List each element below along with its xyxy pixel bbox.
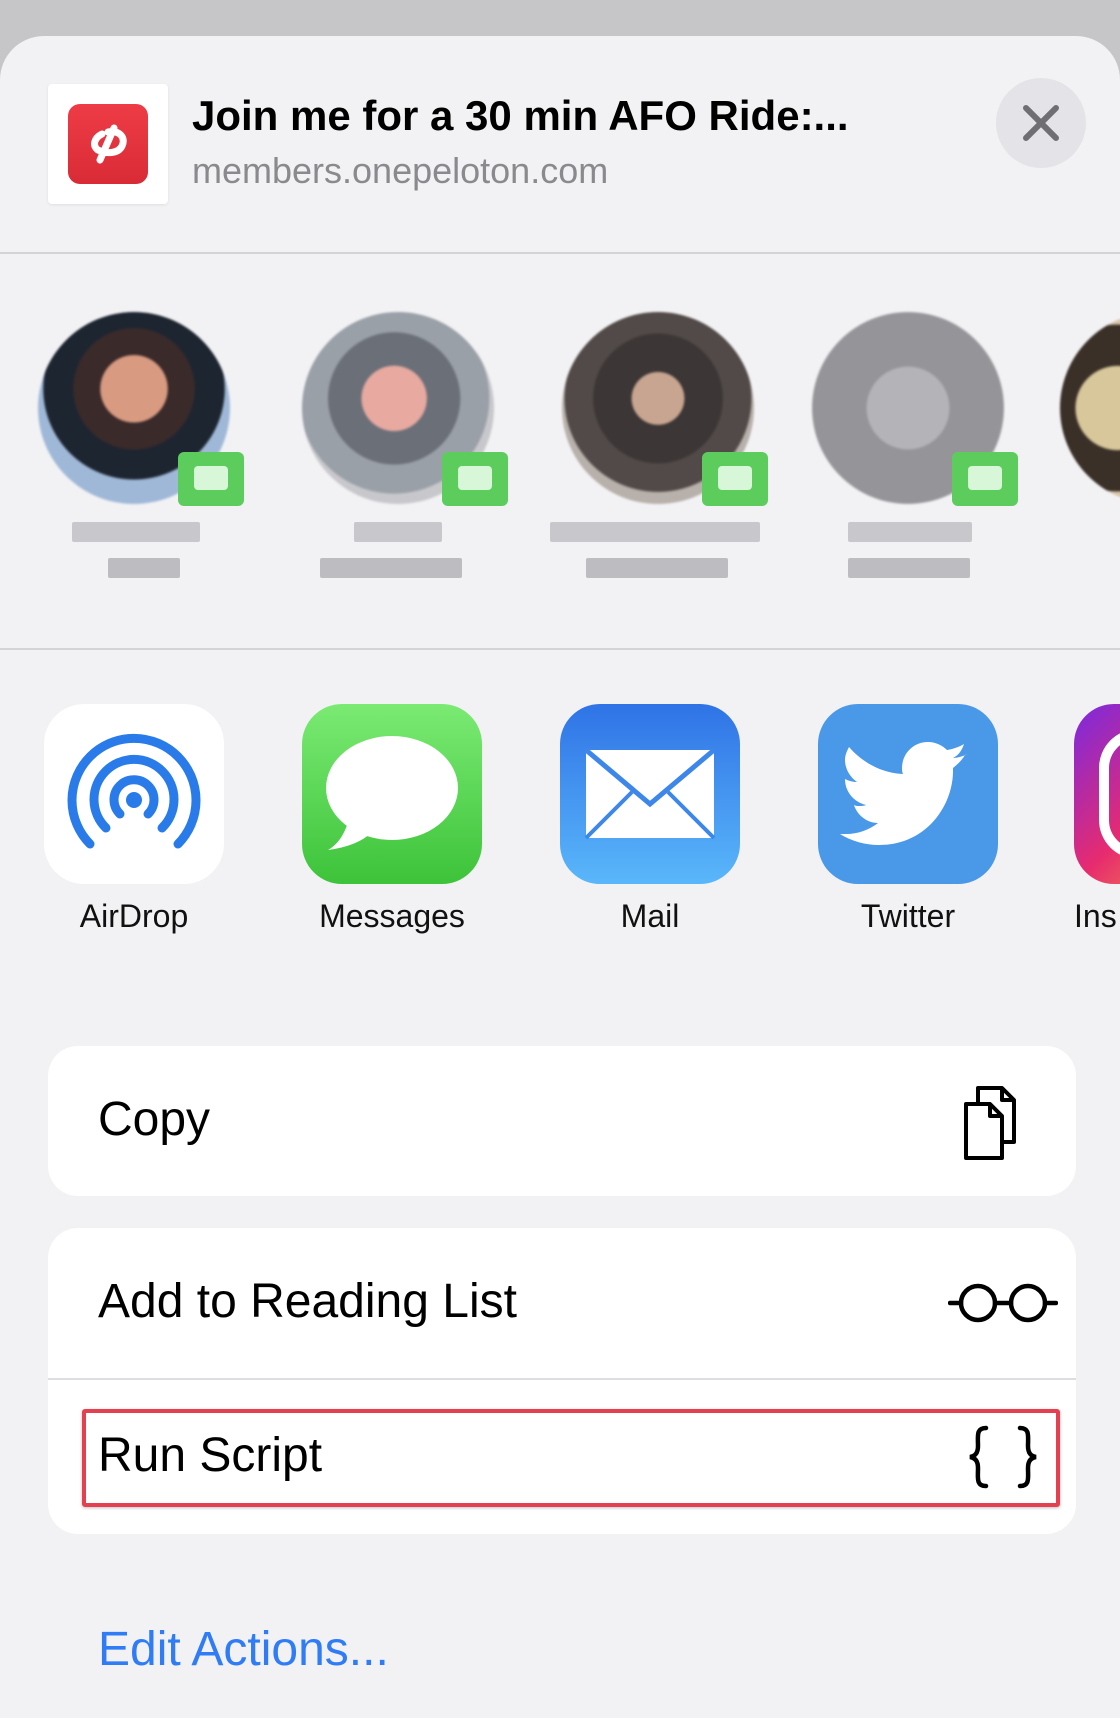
app-label: AirDrop — [79, 898, 189, 934]
app-messages[interactable]: Messages — [302, 704, 482, 935]
app-twitter[interactable]: Twitter — [818, 704, 998, 935]
messages-icon — [302, 704, 482, 884]
close-icon — [1023, 105, 1059, 141]
copy-icon — [964, 1086, 1016, 1160]
app-label: Mail — [620, 898, 680, 934]
reading-list-label: Add to Reading List — [98, 1275, 517, 1328]
peloton-logo-icon — [68, 104, 148, 184]
glasses-icon — [948, 1283, 1058, 1323]
avatar — [1060, 312, 1120, 504]
person-suggestion[interactable] — [550, 312, 768, 612]
add-to-reading-list-action[interactable]: Add to Reading List — [48, 1228, 1076, 1378]
row-divider — [48, 1378, 1076, 1380]
messages-badge-icon — [702, 452, 768, 506]
app-label: Ins — [1074, 898, 1117, 934]
person-name-line-2 — [848, 558, 970, 578]
page-url: members.onepeloton.com — [192, 150, 609, 191]
mail-icon — [560, 704, 740, 884]
person-suggestion[interactable] — [812, 312, 1018, 612]
airdrop-icon — [44, 704, 224, 884]
app-mail[interactable]: Mail — [560, 704, 740, 935]
messages-badge-icon — [178, 452, 244, 506]
person-name-line-1 — [354, 522, 442, 542]
messages-badge-icon — [442, 452, 508, 506]
person-name-line-1 — [550, 522, 760, 542]
person-suggestion[interactable] — [38, 312, 244, 612]
page-title: Join me for a 30 min AFO Ride:... — [192, 92, 849, 139]
person-name-line-1 — [72, 522, 200, 542]
messages-badge-icon — [952, 452, 1018, 506]
person-name-line-2 — [108, 558, 180, 578]
page-thumbnail — [48, 84, 168, 204]
copy-label: Copy — [98, 1093, 211, 1146]
app-instagram[interactable]: Ins — [1074, 704, 1120, 935]
person-name-line-2 — [320, 558, 462, 578]
app-airdrop[interactable]: AirDrop — [44, 704, 224, 935]
share-header: Join me for a 30 min AFO Ride:... member… — [0, 36, 1120, 252]
app-label: Messages — [319, 898, 465, 934]
run-script-highlight-box — [82, 1409, 1060, 1507]
person-name-line-2 — [586, 558, 728, 578]
person-suggestion[interactable] — [302, 312, 508, 612]
share-apps-row: AirDrop Messages Mail Twitter Ins — [0, 648, 1120, 968]
people-suggestions-row — [0, 252, 1120, 648]
copy-card: Copy — [48, 1046, 1076, 1196]
twitter-icon — [818, 704, 998, 884]
copy-action[interactable]: Copy — [48, 1046, 1076, 1196]
app-label: Twitter — [860, 898, 956, 934]
close-button[interactable] — [996, 78, 1086, 168]
instagram-icon — [1074, 704, 1120, 884]
person-suggestion[interactable] — [1060, 312, 1120, 612]
edit-actions-link[interactable]: Edit Actions... — [98, 1622, 389, 1677]
person-name-line-1 — [848, 522, 972, 542]
